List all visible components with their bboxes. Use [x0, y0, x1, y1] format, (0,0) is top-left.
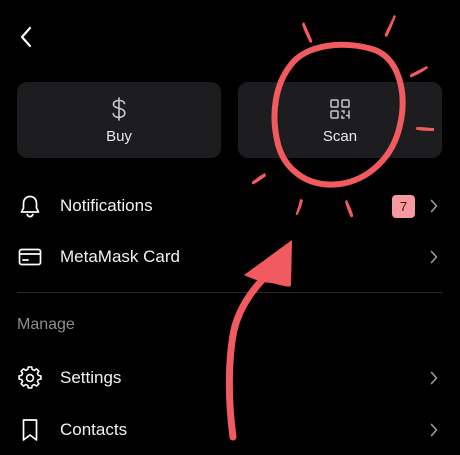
- credit-card-icon: [17, 244, 43, 270]
- buy-button[interactable]: Buy: [17, 82, 221, 158]
- chevron-right-icon: [428, 422, 440, 438]
- chevron-left-icon: [19, 26, 33, 53]
- qr-code-icon: [330, 96, 350, 122]
- chevron-right-icon: [428, 198, 440, 214]
- bookmark-icon: [17, 417, 43, 443]
- bell-icon: [17, 193, 43, 219]
- metamask-card-item[interactable]: MetaMask Card: [0, 232, 460, 282]
- annotation-ray: [302, 22, 313, 43]
- notifications-count-badge: 7: [392, 194, 415, 218]
- gear-icon: [17, 365, 43, 391]
- manage-section-title: Manage: [17, 316, 75, 333]
- contacts-label: Contacts: [60, 420, 128, 439]
- contacts-item[interactable]: Contacts: [0, 405, 460, 455]
- annotation-ray: [409, 66, 428, 78]
- settings-item[interactable]: Settings: [0, 353, 460, 403]
- chevron-right-icon: [428, 370, 440, 386]
- annotation-ray: [384, 15, 396, 37]
- buy-label: Buy: [106, 127, 132, 145]
- scan-label: Scan: [322, 127, 358, 145]
- section-divider: [17, 292, 443, 293]
- chevron-right-icon: [428, 249, 440, 265]
- dollar-icon: [110, 96, 128, 122]
- scan-button[interactable]: Scan: [238, 82, 442, 158]
- settings-label: Settings: [60, 368, 122, 387]
- notifications-label: Notifications: [60, 196, 153, 215]
- notifications-item[interactable]: Notifications 7: [0, 181, 460, 231]
- metamask-card-label: MetaMask Card: [60, 247, 180, 266]
- back-button[interactable]: [14, 26, 38, 52]
